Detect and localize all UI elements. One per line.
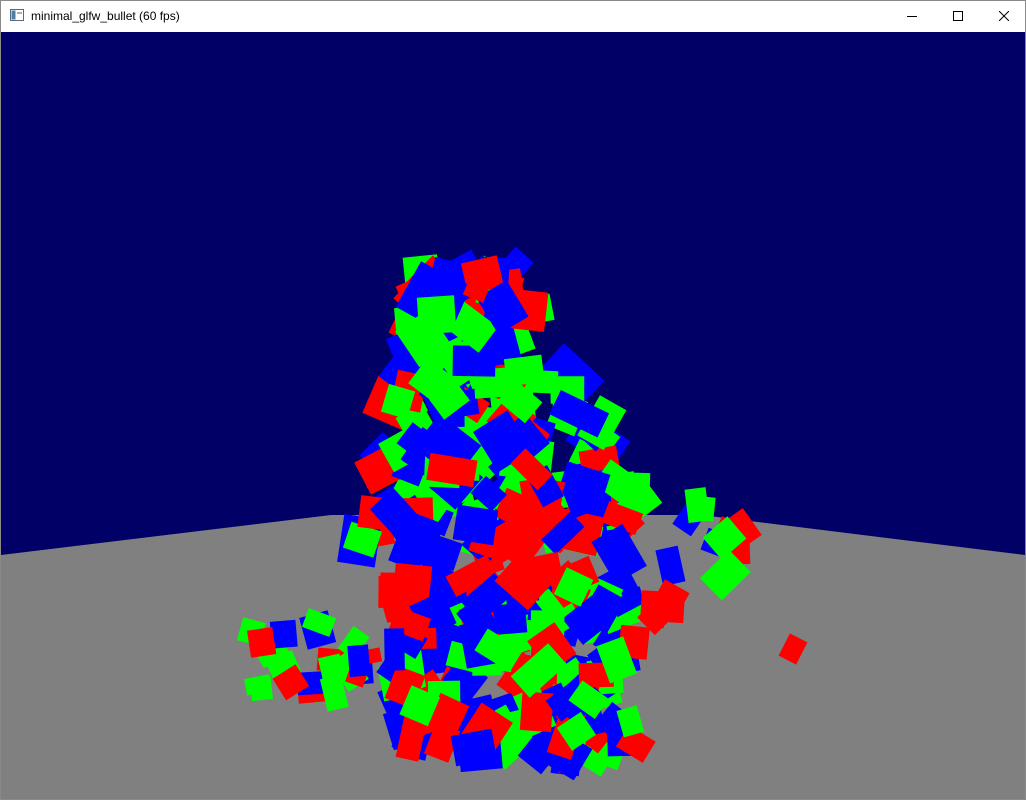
close-icon bbox=[999, 11, 1009, 21]
app-icon bbox=[10, 9, 24, 21]
physics-box bbox=[247, 626, 277, 658]
physics-box bbox=[519, 691, 554, 733]
physics-box bbox=[249, 676, 273, 702]
maximize-button[interactable] bbox=[935, 1, 981, 31]
title-bar[interactable]: minimal_glfw_bullet (60 fps) bbox=[1, 1, 1025, 31]
physics-box bbox=[384, 628, 405, 671]
minimize-button[interactable] bbox=[889, 1, 935, 31]
close-button[interactable] bbox=[981, 1, 1026, 31]
app-window: minimal_glfw_bullet (60 fps) bbox=[0, 0, 1026, 800]
scene-canvas[interactable] bbox=[1, 32, 1025, 799]
window-title: minimal_glfw_bullet (60 fps) bbox=[31, 9, 180, 23]
minimize-icon bbox=[907, 16, 917, 17]
physics-box bbox=[452, 345, 496, 377]
physics-box bbox=[688, 495, 716, 522]
maximize-icon bbox=[953, 11, 963, 21]
physics-box bbox=[347, 644, 371, 678]
physics-box bbox=[380, 572, 404, 607]
render-viewport[interactable] bbox=[1, 32, 1025, 799]
physics-box bbox=[647, 600, 664, 629]
